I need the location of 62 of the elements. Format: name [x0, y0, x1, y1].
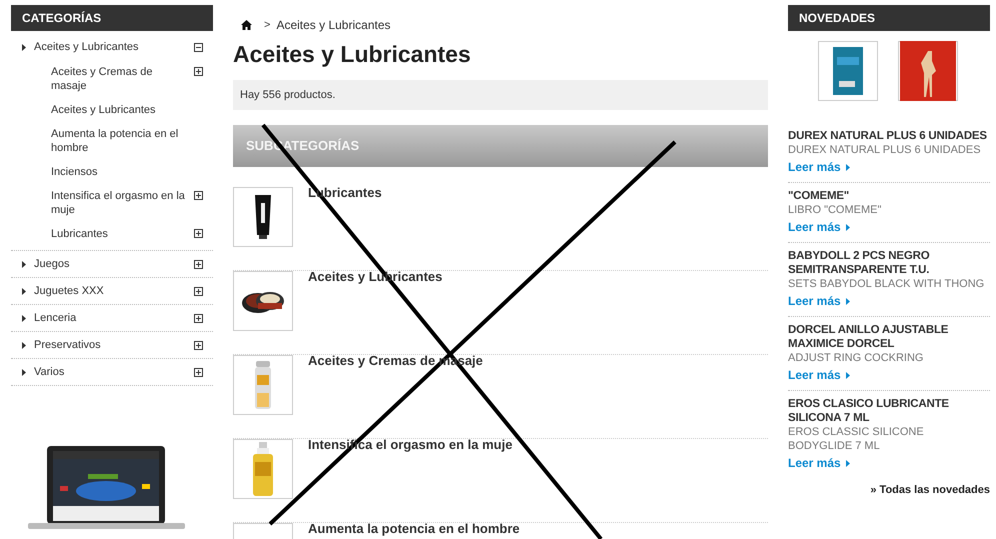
expand-icon[interactable] — [194, 368, 203, 376]
subcategory-thumbnail[interactable] — [233, 439, 293, 499]
caret-icon — [22, 368, 26, 376]
page-title: Aceites y Lubricantes — [233, 40, 472, 68]
product-title[interactable]: DORCEL ANILLO AJUSTABLE MAXIMICE DORCEL — [788, 323, 990, 351]
caret-icon — [22, 260, 26, 268]
subcategory-thumbnail[interactable] — [233, 355, 293, 415]
product-subtitle: DUREX NATURAL PLUS 6 UNIDADES — [788, 143, 982, 157]
subcategory-link[interactable]: Aumenta la potencia en el hombre — [51, 127, 203, 155]
subcategory-name[interactable]: Aumenta la potencia en el hombre — [308, 522, 520, 536]
home-icon[interactable] — [241, 20, 252, 30]
caret-icon — [846, 460, 850, 466]
read-more-link[interactable]: Leer más — [788, 454, 841, 472]
product-subtitle: LIBRO "COMEME" — [788, 203, 882, 217]
subcategory-link[interactable]: Aceites y Cremas de masaje — [51, 65, 188, 93]
expand-icon[interactable] — [194, 191, 203, 200]
sidebar-header: CATEGORÍAS — [11, 5, 213, 31]
caret-icon — [22, 314, 26, 322]
subcategory-link[interactable]: Aceites y Lubricantes — [51, 103, 203, 117]
expand-icon[interactable] — [194, 286, 203, 296]
category-link[interactable]: Juegos — [34, 256, 186, 272]
expand-icon[interactable] — [194, 340, 203, 350]
subcategory-thumbnail[interactable] — [233, 187, 293, 247]
read-more-link[interactable]: Leer más — [788, 158, 841, 176]
caret-icon — [846, 164, 850, 170]
caret-icon — [22, 44, 26, 50]
read-more-link[interactable]: Leer más — [788, 366, 841, 384]
product-thumbnail[interactable] — [898, 41, 958, 101]
subcategory-link[interactable]: Intensifica el orgasmo en la muje — [51, 189, 188, 217]
expand-icon[interactable] — [194, 229, 203, 238]
expand-icon[interactable] — [194, 260, 203, 268]
read-more-link[interactable]: Leer más — [788, 218, 841, 236]
product-title[interactable]: BABYDOLL 2 PCS NEGRO SEMITRANSPARENTE T.U. — [788, 249, 990, 277]
product-title[interactable]: "COMEME" — [788, 189, 990, 203]
subcategory-link[interactable]: Inciensos — [51, 165, 203, 179]
read-more-link[interactable]: Leer más — [788, 292, 841, 310]
caret-icon — [22, 288, 26, 294]
category-link[interactable]: Aceites y Lubricantes — [34, 38, 186, 56]
caret-icon — [846, 372, 850, 378]
product-count-bar: Hay 556 productos. — [233, 80, 768, 110]
breadcrumb-current: Aceites y Lubricantes — [276, 17, 390, 34]
category-link[interactable]: Lenceria — [34, 310, 186, 326]
subcategory-link[interactable]: Lubricantes — [51, 227, 188, 241]
all-news-link[interactable]: » Todas las novedades — [870, 482, 990, 498]
expand-icon[interactable] — [194, 67, 203, 76]
subcategory-thumbnail[interactable] — [233, 271, 293, 331]
product-subtitle: SETS BABYDOL BLACK WITH THONG — [788, 277, 986, 291]
product-thumbnail[interactable] — [818, 41, 878, 101]
caret-icon — [846, 298, 850, 304]
caret-icon — [846, 224, 850, 230]
product-title[interactable]: EROS CLASICO LUBRICANTE SILICONA 7 ML — [788, 397, 990, 425]
breadcrumb-separator: > — [264, 18, 270, 33]
product-subtitle: EROS CLASSIC SILICONE BODYGLIDE 7 ML — [788, 425, 925, 453]
category-link[interactable]: Preservativos — [34, 336, 186, 354]
category-link[interactable]: Juguetes XXX — [34, 282, 186, 300]
collapse-icon[interactable] — [194, 42, 203, 52]
expand-icon[interactable] — [194, 314, 203, 322]
novedades-header: NOVEDADES — [788, 5, 990, 31]
category-link[interactable]: Varios — [34, 364, 186, 380]
product-subtitle: ADJUST RING COCKRING — [788, 351, 924, 365]
product-title[interactable]: DUREX NATURAL PLUS 6 UNIDADES — [788, 129, 990, 143]
caret-icon — [22, 342, 26, 348]
